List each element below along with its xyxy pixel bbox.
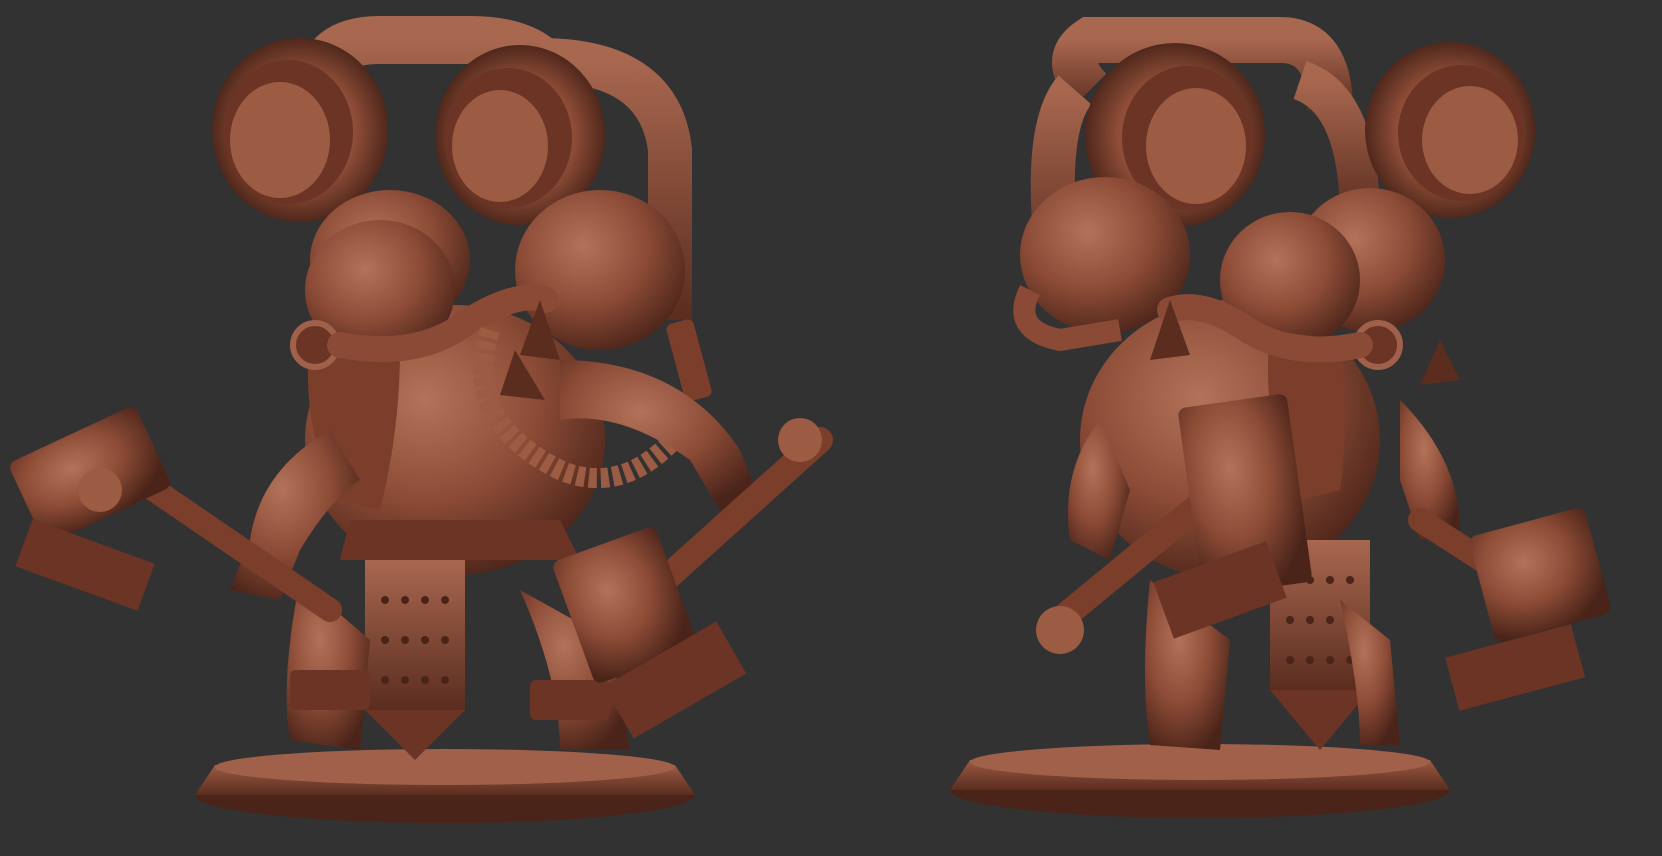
exhaust-horn-left xyxy=(212,38,388,222)
sculpt-render xyxy=(0,0,1662,856)
render-viewport xyxy=(0,0,1662,856)
